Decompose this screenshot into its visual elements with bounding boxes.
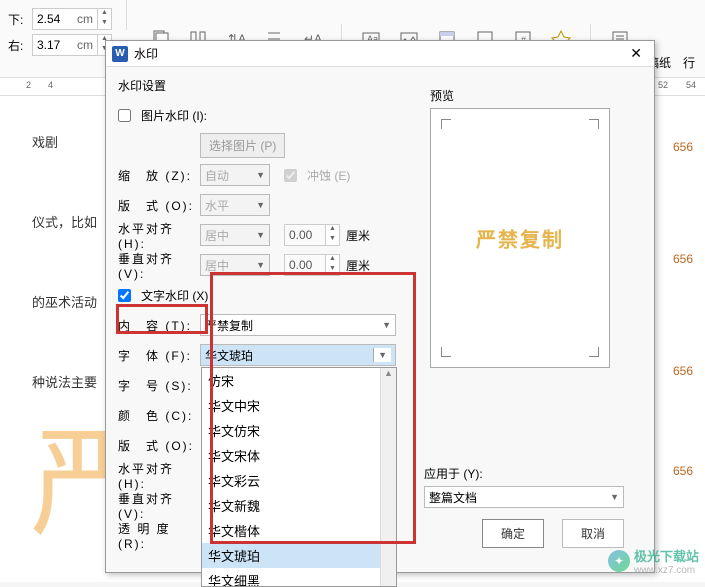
preview-group: 预览 严禁复制 [430, 87, 630, 368]
valign2-label: 垂直对齐 (V): [118, 490, 194, 521]
logo-icon: ✦ [608, 550, 630, 572]
halign-select: 居中▼ [200, 224, 270, 246]
halign-label: 水平对齐 (H): [118, 220, 194, 251]
valign-label: 垂直对齐 (V): [118, 250, 194, 281]
margin-bottom-label: 下: [8, 11, 28, 28]
hang-label[interactable]: 行 [683, 54, 695, 71]
color-label: 颜 色 (C): [118, 407, 194, 424]
unit-label: cm [73, 38, 97, 52]
preview-text: 严禁复制 [476, 224, 564, 253]
scale-label: 缩 放 (Z): [118, 167, 194, 184]
font-option[interactable]: 华文细黑 [202, 568, 396, 587]
highlight-box-font-list [210, 272, 416, 544]
font-option-selected[interactable]: 华文琥珀 [202, 543, 396, 568]
spin-down-icon[interactable]: ▼ [97, 19, 111, 29]
pagenum: 656 [673, 140, 693, 154]
doc-line: 戏剧 [32, 132, 58, 151]
logo-name: 极光下载站 [634, 546, 699, 565]
apply-combo[interactable]: 整篇文档▼ [424, 486, 624, 508]
layout2-label: 版 式 (O): [118, 437, 194, 454]
halign2-label: 水平对齐 (H): [118, 460, 194, 491]
unit-label: 厘米 [346, 257, 370, 274]
picture-watermark-label: 图片水印 (I): [141, 107, 207, 124]
cancel-button[interactable]: 取消 [562, 519, 624, 548]
opacity-label: 透 明 度 (R): [118, 520, 194, 551]
doc-line: 仪式，比如 [32, 212, 97, 231]
select-picture-button[interactable]: 选择图片 (P) [200, 133, 285, 158]
margin-bottom-value[interactable] [33, 10, 73, 28]
preview-label: 预览 [430, 87, 630, 104]
dialog-title: 水印 [134, 45, 158, 62]
ok-button[interactable]: 确定 [482, 519, 544, 548]
pagenum: 656 [673, 252, 693, 266]
scale-select: 自动▼ [200, 164, 270, 186]
margin-right-label: 右: [8, 37, 28, 54]
pagenum: 656 [673, 464, 693, 478]
layout-label: 版 式 (O): [118, 197, 194, 214]
margin-controls: 下: cm ▲▼ 右: cm ▲▼ [0, 0, 120, 77]
highlight-box-font-label [116, 304, 208, 334]
text-watermark-checkbox[interactable] [118, 289, 131, 302]
apply-label: 应用于 (Y): [424, 465, 624, 482]
halign-offset: ▲▼ [284, 224, 340, 246]
washout-label: 冲蚀 (E) [307, 167, 350, 184]
margin-bottom-input[interactable]: cm ▲▼ [32, 8, 112, 30]
margin-right-value[interactable] [33, 36, 73, 54]
close-icon[interactable]: ✕ [624, 45, 648, 62]
size-label: 字 号 (S): [118, 377, 194, 394]
preview-box: 严禁复制 [430, 108, 610, 368]
doc-line: 的巫术活动 [32, 292, 97, 311]
settings-legend: 水印设置 [118, 77, 428, 94]
margin-right-input[interactable]: cm ▲▼ [32, 34, 112, 56]
app-icon: W [112, 46, 128, 62]
text-watermark-label: 文字水印 (X) [141, 287, 208, 304]
unit-label: 厘米 [346, 227, 370, 244]
font-label: 字 体 (F): [118, 347, 194, 364]
separator [126, 0, 127, 30]
dialog-titlebar: W 水印 ✕ [106, 41, 654, 67]
layout-select: 水平▼ [200, 194, 270, 216]
spin-up-icon[interactable]: ▲ [97, 9, 111, 19]
washout-checkbox [284, 169, 297, 182]
unit-label: cm [73, 12, 97, 26]
pagenum: 656 [673, 364, 693, 378]
picture-watermark-checkbox[interactable] [118, 109, 131, 122]
apply-group: 应用于 (Y): 整篇文档▼ [424, 465, 624, 508]
logo-url: www.xz7.com [634, 565, 699, 576]
site-watermark: ✦ 极光下载站 www.xz7.com [608, 546, 699, 576]
